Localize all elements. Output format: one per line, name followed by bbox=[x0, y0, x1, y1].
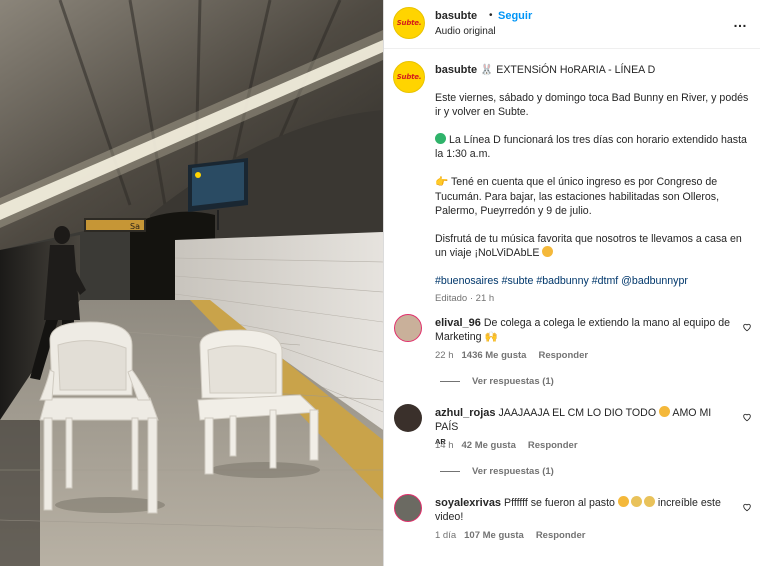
comment-meta: 14 h 42 Me gusta Responder bbox=[435, 440, 578, 451]
follow-button[interactable]: Seguir bbox=[498, 10, 532, 22]
caption-text: basubte 🐰 EXTENSiÓN HoRARIA - LÍNEA D Es… bbox=[435, 63, 753, 306]
subte-logo-text: Subte. bbox=[396, 19, 422, 27]
comment-time: 22 h bbox=[435, 350, 454, 361]
station-sign-text: Sa bbox=[130, 222, 140, 231]
reply-button[interactable]: Responder bbox=[528, 440, 578, 451]
like-heart-icon[interactable] bbox=[742, 412, 752, 422]
comment-text: JAAJAAJA EL CM LO DIO TODO bbox=[498, 407, 657, 419]
clapping-hands-icon bbox=[630, 496, 642, 507]
comment-likes[interactable]: 42 Me gusta bbox=[462, 440, 516, 451]
heart-eyes-face-icon bbox=[659, 406, 671, 417]
caption-paragraph-1: Este viernes, sábado y domingo toca Bad … bbox=[435, 92, 749, 119]
clapping-hands-icon bbox=[643, 496, 655, 507]
like-heart-icon[interactable] bbox=[742, 322, 752, 332]
caption-avatar[interactable]: Subte. bbox=[393, 61, 425, 93]
more-options-icon[interactable]: … bbox=[733, 14, 748, 30]
hashtags: #buenosaires #subte #badbunny #dtmf @bad… bbox=[435, 274, 753, 288]
view-replies-label: Ver respuestas (1) bbox=[472, 376, 554, 387]
hashtag-link[interactable]: #badbunny bbox=[536, 275, 588, 287]
grinning-face-icon bbox=[542, 246, 554, 258]
pointing-hand-icon: 👉 bbox=[435, 176, 449, 189]
post-username[interactable]: basubte bbox=[435, 10, 477, 22]
like-heart-icon[interactable] bbox=[742, 502, 752, 512]
separator-dot: • bbox=[489, 10, 493, 21]
heart-eyes-face-icon bbox=[617, 496, 629, 507]
view-replies-label: Ver respuestas (1) bbox=[472, 466, 554, 477]
subte-logo-text: Subte. bbox=[396, 73, 422, 81]
reply-button[interactable]: Responder bbox=[538, 350, 588, 361]
mention-link[interactable]: @badbunnypr bbox=[621, 275, 688, 287]
hashtag-link[interactable]: #subte bbox=[502, 275, 534, 287]
raised-hands-icon: 🙌 bbox=[484, 331, 498, 344]
comment-likes[interactable]: 107 Me gusta bbox=[464, 530, 524, 541]
audio-link[interactable]: Audio original bbox=[435, 26, 496, 37]
caption-paragraph-2: La Línea D funcionará los tres días con … bbox=[435, 134, 747, 161]
post-photo[interactable]: Sa bbox=[0, 0, 383, 566]
hashtag-link[interactable]: #dtmf bbox=[592, 275, 619, 287]
caption-title: 🐰 EXTENSiÓN HoRARIA - LÍNEA D bbox=[480, 64, 656, 76]
view-replies-button[interactable]: Ver respuestas (1) bbox=[440, 376, 554, 387]
comment-text: Pffffff se fueron al pasto bbox=[504, 497, 615, 509]
caption-paragraph-3: Tené en cuenta que el único ingreso es p… bbox=[435, 176, 720, 217]
comment-username[interactable]: soyalexrivas bbox=[435, 497, 501, 509]
post-header: Subte. basubte • Seguir Audio original … bbox=[384, 0, 760, 49]
comment-time: 14 h bbox=[435, 440, 454, 451]
comment-meta: 1 día 107 Me gusta Responder bbox=[435, 530, 585, 541]
edited-timestamp: Editado · 21 h bbox=[435, 293, 495, 305]
comment-body: soyalexrivas Pffffff se fueron al pasto … bbox=[435, 496, 730, 524]
comment-meta: 22 h 1436 Me gusta Responder bbox=[435, 350, 588, 361]
avatar[interactable] bbox=[394, 404, 422, 432]
green-circle-icon bbox=[435, 133, 446, 145]
hashtag-link[interactable]: #buenosaires bbox=[435, 275, 499, 287]
comment-username[interactable]: elival_96 bbox=[435, 317, 481, 329]
comment-body: elival_96 De colega a colega le extiendo… bbox=[435, 316, 730, 344]
comment-likes[interactable]: 1436 Me gusta bbox=[462, 350, 527, 361]
reply-button[interactable]: Responder bbox=[536, 530, 586, 541]
avatar[interactable] bbox=[394, 314, 422, 342]
avatar[interactable] bbox=[394, 494, 422, 522]
post-side-panel: Subte. basubte • Seguir Audio original …… bbox=[383, 0, 760, 566]
avatar[interactable]: Subte. bbox=[393, 7, 425, 39]
view-replies-button[interactable]: Ver respuestas (1) bbox=[440, 466, 554, 477]
comment-time: 1 día bbox=[435, 530, 457, 541]
caption-paragraph-4: Disfrutá de tu música favorita que nosot… bbox=[435, 232, 742, 260]
subway-platform-image: Sa bbox=[0, 0, 383, 566]
comment-username[interactable]: azhul_rojas bbox=[435, 407, 496, 419]
caption-username[interactable]: basubte bbox=[435, 64, 477, 76]
